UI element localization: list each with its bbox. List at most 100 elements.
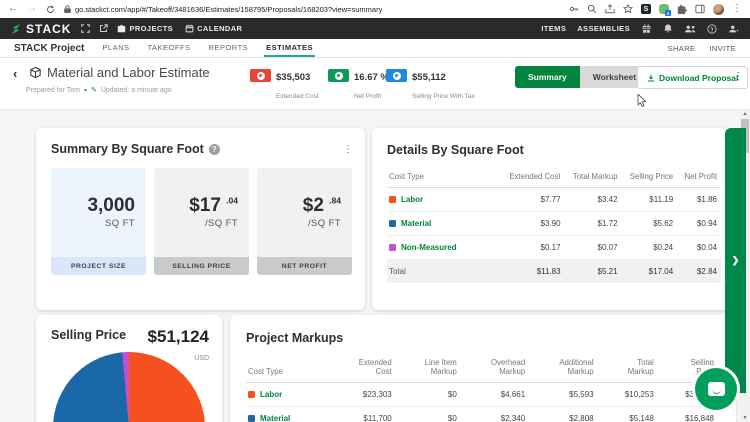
help-icon[interactable] [707, 23, 717, 34]
project-subnav: STACK Project PLANS TAKEOFFS REPORTS EST… [0, 39, 750, 58]
app-window: ← → go.stackct.com/app/#/Takeoff/3481636… [0, 0, 750, 422]
chat-bubble-icon [707, 382, 725, 396]
browser-window-icon[interactable] [695, 4, 705, 14]
table-row-labor: Labor $23,303 $0 $4,661 $5,593 $10,253 $… [246, 382, 720, 407]
stack-logo[interactable]: STACK [10, 22, 71, 36]
users-icon[interactable] [684, 24, 696, 34]
slide-out-panel-tab[interactable]: ❯ [725, 128, 746, 393]
cost-type-link[interactable]: Labor [389, 195, 497, 204]
address-bar[interactable]: go.stackct.com/app/#/Takeoff/3481636/Est… [64, 5, 560, 14]
app-top-bar: STACK PROJECTS CALENDAR ITEMS ASSEMBLIES [0, 18, 750, 39]
view-toggle: Summary Worksheet [515, 66, 650, 88]
browser-forward-icon[interactable]: → [27, 4, 37, 14]
updated-text: Updated: a minute ago [100, 86, 172, 94]
money-bill-red-icon [250, 69, 271, 82]
notifications-bell-icon[interactable] [663, 23, 673, 34]
tab-plans[interactable]: PLANS [100, 39, 131, 57]
stat-label: Selling Price With Tax [412, 93, 475, 100]
currency-label: USD [194, 355, 209, 362]
cost-type-link[interactable]: Material [389, 219, 497, 228]
tile-label: NET PROFIT [257, 257, 352, 275]
markups-table: Cost Type Extended Cost Line Item Markup… [246, 353, 720, 422]
back-button[interactable]: ‹ [13, 66, 17, 81]
browser-profile-avatar[interactable] [713, 3, 724, 15]
estimate-cube-icon [29, 66, 42, 84]
tile-label: PROJECT SIZE [51, 257, 146, 275]
card-title: Project Markups [246, 331, 344, 345]
stack-extension-icon[interactable]: S [641, 4, 651, 14]
nav-projects[interactable]: PROJECTS [117, 24, 173, 33]
browser-chrome: ← → go.stackct.com/app/#/Takeoff/3481636… [0, 0, 750, 18]
share-icon[interactable] [605, 4, 615, 14]
stat-selling-price-tax: $55,112 Selling Price With Tax [386, 67, 475, 103]
nav-items[interactable]: ITEMS [541, 24, 566, 33]
download-proposal-button[interactable]: Download Proposal [637, 66, 749, 89]
invite-button[interactable]: INVITE [709, 44, 736, 53]
scroll-up-icon[interactable]: ▲ [740, 111, 750, 117]
bookmark-star-icon[interactable] [623, 4, 633, 14]
cost-type-link[interactable]: Labor [248, 390, 325, 399]
account-settings-icon[interactable] [728, 24, 740, 34]
net-profit-tile: $2 .84 /SQ FT NET PROFIT [257, 168, 352, 275]
project-markups-card: Project Markups Cost Type Extended Cost … [230, 315, 736, 422]
stack-logo-icon [11, 23, 21, 34]
extensions-puzzle-icon[interactable] [677, 4, 687, 14]
open-in-new-icon[interactable] [99, 24, 109, 33]
details-table: Cost Type Extended Cost Total Markup Sel… [387, 167, 721, 283]
briefcase-icon [118, 24, 126, 33]
selling-price-card: Selling Price $51,124 USD [36, 315, 222, 422]
selling-price-tile: $17 .04 /SQ FT SELLING PRICE [154, 168, 249, 275]
cost-type-link[interactable]: Non-Measured [389, 243, 497, 252]
stat-value: $55,112 [412, 72, 446, 83]
gift-icon[interactable] [641, 23, 652, 34]
chat-support-button[interactable] [695, 368, 737, 410]
download-icon [648, 74, 654, 81]
stat-value: $35,503 [276, 72, 311, 83]
chevron-right-icon: ❯ [731, 255, 740, 265]
browser-reload-icon[interactable] [46, 5, 55, 14]
nav-calendar[interactable]: CALENDAR [185, 24, 242, 33]
browser-actions: S 2 ⋮ [569, 3, 742, 16]
table-row-material: Material $3.90 $1.72 $5.62 $0.94 [387, 211, 721, 236]
project-name[interactable]: STACK Project [14, 43, 84, 54]
scroll-down-icon[interactable]: ▼ [740, 415, 750, 421]
table-row-labor: Labor $7.77 $3.42 $11.19 $1.86 [387, 187, 721, 212]
tab-takeoffs[interactable]: TAKEOFFS [146, 39, 193, 57]
browser-back-icon[interactable]: ← [8, 4, 18, 14]
url-text: go.stackct.com/app/#/Takeoff/3481636/Est… [75, 4, 383, 14]
estimate-summary-content: Summary By Square Foot ? ⋮ 3,000 SQ FT P… [0, 110, 750, 422]
help-circle-icon[interactable]: ? [208, 143, 220, 155]
stat-net-profit: 16.67 % Net Profit [328, 67, 389, 103]
share-button[interactable]: SHARE [668, 44, 696, 53]
table-row-total: Total $11.83 $5.21 $17.04 $2.84 [387, 259, 721, 283]
tab-estimates[interactable]: ESTIMATES [264, 39, 316, 57]
table-row-material: Material $11,700 $0 $2,340 $2,808 $5,148… [246, 406, 720, 422]
selling-price-value: $51,124 [147, 327, 209, 346]
tile-label: SELLING PRICE [154, 257, 249, 275]
labor-swatch [248, 391, 255, 398]
header-kebab-menu[interactable]: ⋮ [733, 71, 743, 82]
summary-by-square-foot-card: Summary By Square Foot ? ⋮ 3,000 SQ FT P… [36, 128, 365, 310]
stat-label: Net Profit [354, 93, 382, 100]
stat-extended-cost: $35,503 Extended Cost [250, 67, 319, 103]
non-measured-swatch [389, 244, 396, 251]
prepared-for-caret-icon[interactable]: ▾ [84, 87, 87, 94]
card-title: Details By Square Foot [387, 143, 524, 157]
prepared-for[interactable]: Prepared for Tom [26, 87, 80, 94]
toggle-summary[interactable]: Summary [515, 66, 580, 88]
fullscreen-icon[interactable] [81, 24, 91, 33]
extension-with-badge-icon[interactable]: 2 [659, 4, 671, 16]
nav-assemblies[interactable]: ASSEMBLIES [577, 24, 630, 33]
material-swatch [248, 415, 255, 422]
card-title: Summary By Square Foot [51, 142, 204, 156]
material-swatch [389, 220, 396, 227]
edit-pencil-icon[interactable]: ✎ [91, 86, 97, 94]
tab-reports[interactable]: REPORTS [207, 39, 251, 57]
money-bill-blue-icon [386, 69, 407, 82]
zoom-icon[interactable] [587, 4, 597, 14]
cost-type-link[interactable]: Material [248, 414, 325, 422]
browser-menu-icon[interactable]: ⋮ [732, 4, 742, 14]
stat-value: 16.67 % [354, 72, 389, 83]
card-kebab-menu[interactable]: ⋮ [343, 144, 353, 155]
key-icon[interactable] [569, 4, 579, 14]
